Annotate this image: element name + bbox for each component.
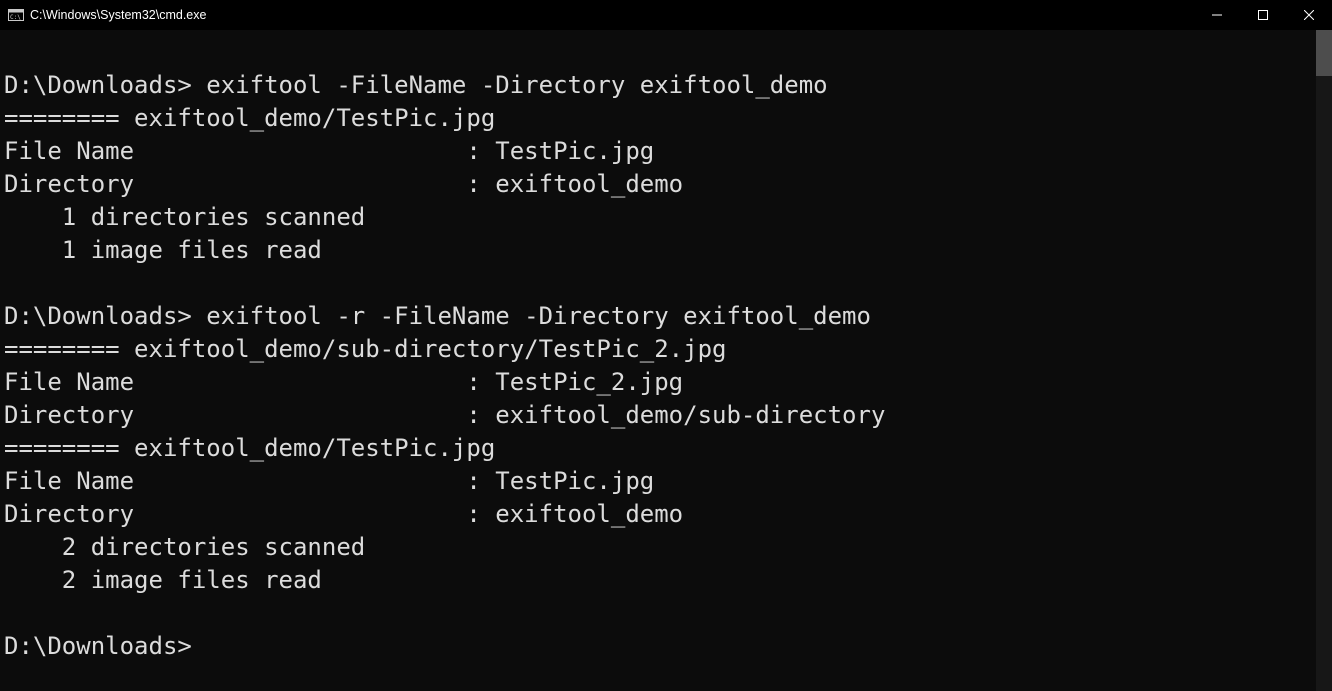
terminal-line [4, 267, 1312, 300]
minimize-button[interactable] [1194, 0, 1240, 30]
terminal-line: ======== exiftool_demo/TestPic.jpg [4, 102, 1312, 135]
terminal-line [4, 36, 1312, 69]
terminal-line: D:\Downloads> [4, 630, 1312, 663]
terminal-line: File Name : TestPic_2.jpg [4, 366, 1312, 399]
terminal-line [4, 597, 1312, 630]
terminal-line: Directory : exiftool_demo/sub-directory [4, 399, 1312, 432]
vertical-scrollbar[interactable] [1316, 30, 1332, 691]
window-controls [1194, 0, 1332, 30]
scrollbar-thumb[interactable] [1316, 30, 1332, 76]
terminal-line: 2 image files read [4, 564, 1312, 597]
terminal-line: ======== exiftool_demo/sub-directory/Tes… [4, 333, 1312, 366]
terminal-line: 1 image files read [4, 234, 1312, 267]
svg-text:C:\: C:\ [10, 14, 21, 21]
terminal-line: Directory : exiftool_demo [4, 168, 1312, 201]
cmd-window: C:\ C:\Windows\System32\cmd.exe D:\Downl… [0, 0, 1332, 691]
terminal-output[interactable]: D:\Downloads> exiftool -FileName -Direct… [0, 30, 1316, 691]
terminal-line: 1 directories scanned [4, 201, 1312, 234]
maximize-button[interactable] [1240, 0, 1286, 30]
close-button[interactable] [1286, 0, 1332, 30]
window-title: C:\Windows\System32\cmd.exe [30, 8, 206, 22]
terminal-area: D:\Downloads> exiftool -FileName -Direct… [0, 30, 1332, 691]
cmd-icon: C:\ [8, 7, 24, 23]
terminal-line: File Name : TestPic.jpg [4, 465, 1312, 498]
terminal-line: D:\Downloads> exiftool -r -FileName -Dir… [4, 300, 1312, 333]
terminal-line: ======== exiftool_demo/TestPic.jpg [4, 432, 1312, 465]
titlebar[interactable]: C:\ C:\Windows\System32\cmd.exe [0, 0, 1332, 30]
terminal-line: 2 directories scanned [4, 531, 1312, 564]
terminal-line: File Name : TestPic.jpg [4, 135, 1312, 168]
terminal-line: Directory : exiftool_demo [4, 498, 1312, 531]
terminal-line: D:\Downloads> exiftool -FileName -Direct… [4, 69, 1312, 102]
